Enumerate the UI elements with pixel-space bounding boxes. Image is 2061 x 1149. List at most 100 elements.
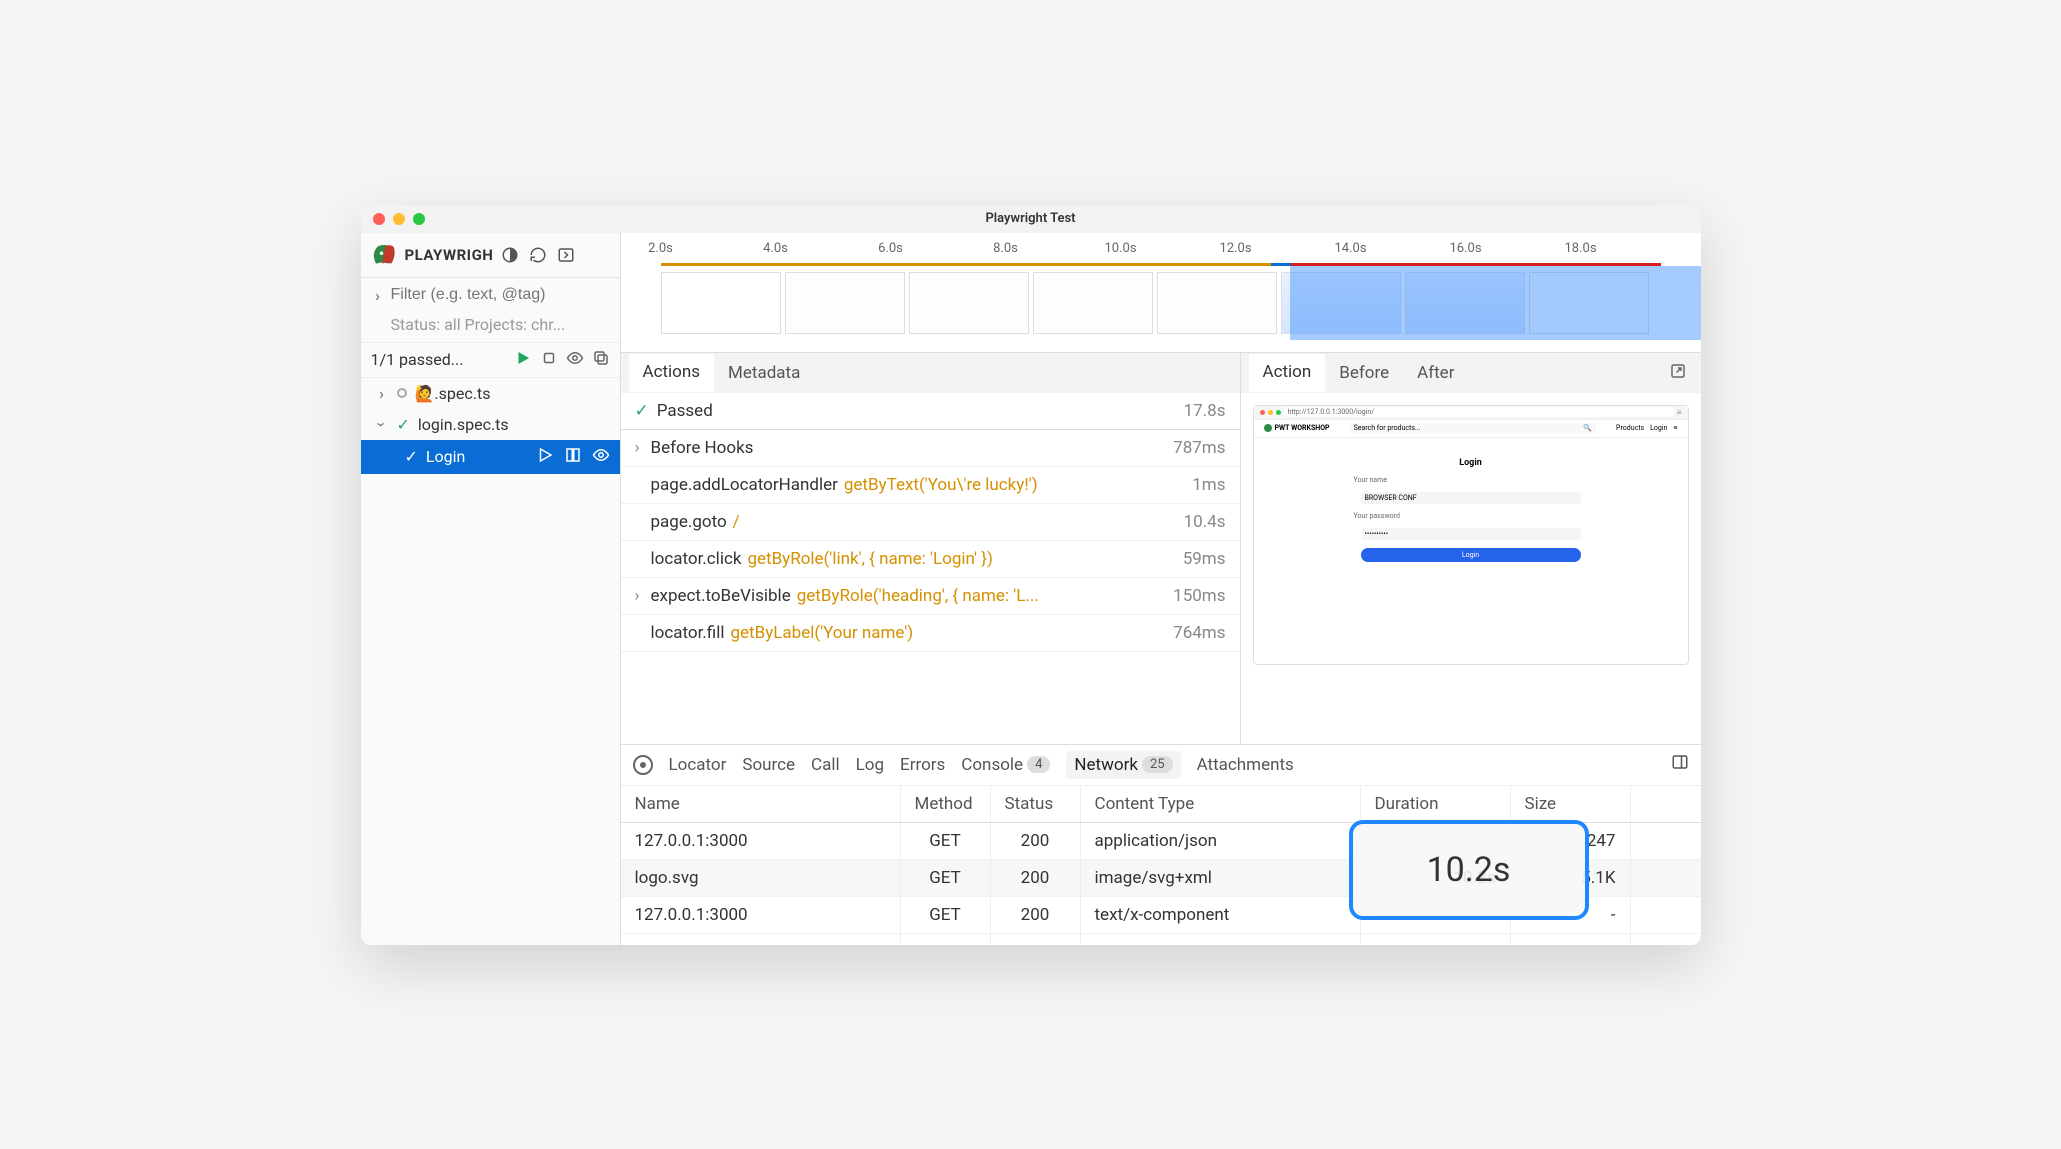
bottom-panel: Locator Source Call Log Errors Console 4…: [621, 745, 1701, 945]
network-row[interactable]: logo.svgGET200image/svg+xml10.2s5.1K: [621, 860, 1701, 897]
action-status-time: 17.8s: [1184, 401, 1226, 421]
tab-after[interactable]: After: [1403, 355, 1468, 391]
chevron-down-icon: ›: [372, 417, 391, 431]
minimize-window-button[interactable]: [393, 213, 405, 225]
popout-icon[interactable]: [1663, 362, 1693, 384]
tab-before[interactable]: Before: [1325, 355, 1403, 391]
action-time: 59ms: [1183, 549, 1226, 569]
mini-heading: Login: [1459, 458, 1482, 468]
timeline-tick: 4.0s: [763, 241, 788, 256]
action-row[interactable]: › expect.toBeVisible getByRole('heading'…: [621, 578, 1240, 615]
thumbnail[interactable]: [785, 272, 905, 334]
col-duration[interactable]: Duration: [1361, 786, 1511, 822]
spec-file-item-1[interactable]: › 🙋.spec.ts: [361, 378, 620, 409]
actions-panel: Actions Metadata ✓ Passed 17.8s › Before…: [621, 353, 1241, 744]
net-ctype: text/x-component: [1081, 897, 1361, 933]
net-duration: [1361, 823, 1511, 859]
tab-console[interactable]: Console 4: [961, 755, 1050, 775]
thumbnail[interactable]: [1033, 272, 1153, 334]
console-badge: 4: [1027, 756, 1050, 773]
timeline[interactable]: 2.0s4.0s6.0s8.0s10.0s12.0s14.0s16.0s18.0…: [621, 233, 1701, 353]
action-row[interactable]: page.goto /10.4s: [621, 504, 1240, 541]
action-row[interactable]: › Before Hooks787ms: [621, 430, 1240, 467]
network-row[interactable]: 127.0.0.1:3000GET200text/x-component18ms…: [621, 934, 1701, 945]
spec-file-item-2[interactable]: › ✓ login.spec.ts: [361, 409, 620, 440]
net-duration: 10.2s: [1361, 860, 1511, 896]
maximize-window-button[interactable]: [413, 213, 425, 225]
timeline-ticks: 2.0s4.0s6.0s8.0s10.0s12.0s14.0s16.0s18.0…: [621, 233, 1701, 263]
network-row[interactable]: 127.0.0.1:3000GET200application/json247: [621, 823, 1701, 860]
preview-content: http://127.0.0.1:3000/login/ ≡ PWT WORKS…: [1241, 393, 1701, 744]
close-window-button[interactable]: [373, 213, 385, 225]
network-table: Name Method Status Content Type Duration…: [621, 786, 1701, 945]
net-name: 127.0.0.1:3000: [621, 897, 901, 933]
action-locator: getByLabel('Your name'): [730, 623, 913, 643]
projects-filter-label[interactable]: Projects: chr...: [465, 315, 566, 334]
refresh-icon[interactable]: [527, 244, 549, 266]
col-size[interactable]: Size: [1511, 786, 1631, 822]
titlebar: Playwright Test: [361, 205, 1701, 233]
net-size: 247: [1511, 823, 1631, 859]
app-window: Playwright Test PLAYWRIGH ›: [361, 205, 1701, 945]
action-status-row: ✓ Passed 17.8s: [621, 393, 1240, 430]
test-item-login[interactable]: ✓ Login: [361, 440, 620, 474]
thumbnail[interactable]: [1281, 272, 1401, 334]
thumbnail[interactable]: [661, 272, 781, 334]
mini-pw-input: ••••••••••: [1361, 528, 1581, 540]
col-status[interactable]: Status: [991, 786, 1081, 822]
col-method[interactable]: Method: [901, 786, 991, 822]
mini-browser-preview: http://127.0.0.1:3000/login/ ≡ PWT WORKS…: [1253, 405, 1689, 665]
watch-icon[interactable]: [592, 446, 610, 468]
action-row[interactable]: page.addLocatorHandler getByText('You\'r…: [621, 467, 1240, 504]
run-icon[interactable]: [536, 446, 554, 468]
action-locator: getByText('You\'re lucky!'): [844, 475, 1038, 495]
tab-attachments[interactable]: Attachments: [1197, 755, 1294, 775]
stop-icon[interactable]: [540, 349, 558, 371]
tab-source[interactable]: Source: [742, 755, 795, 775]
col-ctype[interactable]: Content Type: [1081, 786, 1361, 822]
tab-log[interactable]: Log: [856, 755, 884, 775]
shop-name: PWT WORKSHOP: [1275, 424, 1330, 432]
net-status: 200: [991, 934, 1081, 945]
chevron-right-icon: ›: [635, 438, 651, 458]
tab-action[interactable]: Action: [1249, 354, 1326, 392]
net-ctype: image/svg+xml: [1081, 860, 1361, 896]
network-row[interactable]: 127.0.0.1:3000GET200text/x-component-: [621, 897, 1701, 934]
thumbnail[interactable]: [1405, 272, 1525, 334]
theme-toggle-icon[interactable]: [499, 244, 521, 266]
sidebar-header: PLAYWRIGH: [361, 233, 620, 278]
copy-icon[interactable]: [592, 349, 610, 371]
pick-locator-icon[interactable]: [633, 755, 653, 775]
content: PLAYWRIGH › Status: all Projects: chr...: [361, 233, 1701, 945]
tab-actions[interactable]: Actions: [629, 354, 715, 392]
tab-call[interactable]: Call: [811, 755, 840, 775]
spec-file-label: 🙋.spec.ts: [415, 384, 491, 403]
tab-errors[interactable]: Errors: [900, 755, 945, 775]
net-size: 1.2K: [1511, 934, 1631, 945]
sidebar: PLAYWRIGH › Status: all Projects: chr...: [361, 233, 621, 945]
tab-metadata[interactable]: Metadata: [714, 355, 814, 391]
tab-locator[interactable]: Locator: [669, 755, 727, 775]
chevron-right-icon[interactable]: ›: [371, 286, 385, 305]
tab-network[interactable]: Network 25: [1066, 751, 1180, 779]
thumbnail[interactable]: [909, 272, 1029, 334]
run-all-icon[interactable]: [514, 349, 532, 371]
filter-input[interactable]: [391, 286, 610, 304]
toggle-sidebar-icon[interactable]: [555, 244, 577, 266]
net-name: 127.0.0.1:3000: [621, 823, 901, 859]
action-name: locator.click: [651, 549, 742, 569]
col-name[interactable]: Name: [621, 786, 901, 822]
timeline-tick: 10.0s: [1104, 241, 1136, 256]
thumbnail[interactable]: [1529, 272, 1649, 334]
panel-layout-icon[interactable]: [1671, 753, 1689, 776]
network-header-row: Name Method Status Content Type Duration…: [621, 786, 1701, 823]
watch-icon[interactable]: [566, 349, 584, 371]
thumbnail[interactable]: [1157, 272, 1277, 334]
show-trace-icon[interactable]: [564, 446, 582, 468]
playwright-logo-icon: [371, 241, 399, 269]
action-row[interactable]: locator.click getByRole('link', { name: …: [621, 541, 1240, 578]
net-size: -: [1511, 897, 1631, 933]
action-row[interactable]: locator.fill getByLabel('Your name')764m…: [621, 615, 1240, 652]
status-filter-label[interactable]: Status: all: [391, 315, 461, 334]
net-duration: [1361, 897, 1511, 933]
